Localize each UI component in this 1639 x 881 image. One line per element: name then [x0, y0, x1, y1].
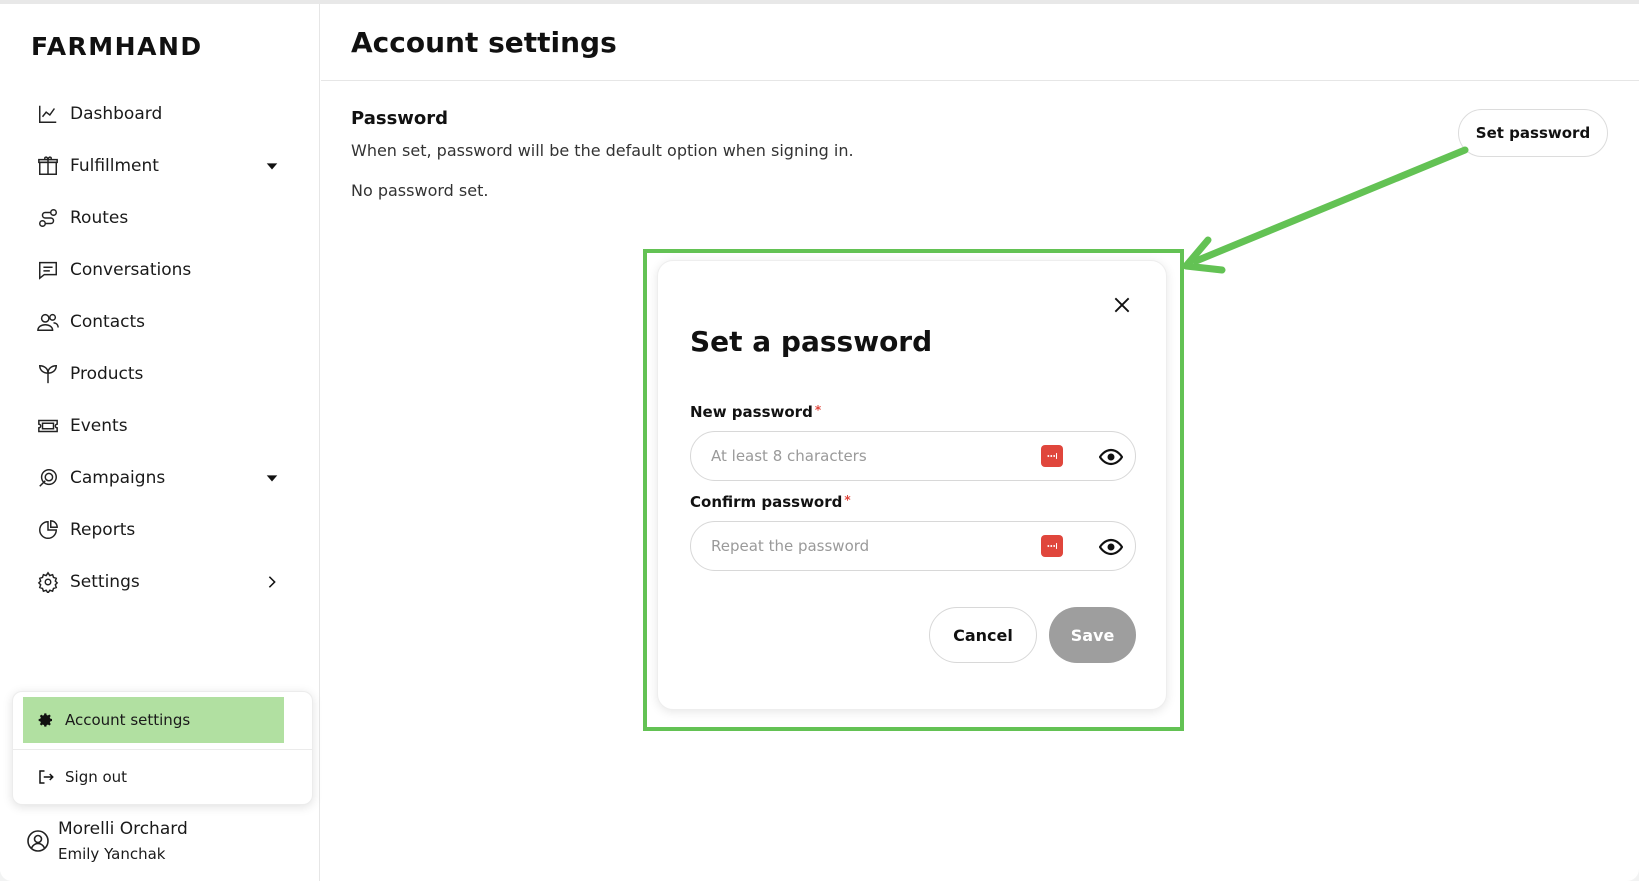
user-name: Emily Yanchak	[58, 845, 166, 863]
sidebar-item-label: Contacts	[70, 312, 145, 332]
sidebar-item-label: Routes	[70, 208, 129, 228]
user-org-name: Morelli Orchard	[58, 819, 188, 839]
message-icon	[36, 258, 60, 282]
gear-icon	[37, 711, 55, 729]
sidebar-item-events[interactable]: Events	[0, 400, 320, 452]
app-logo[interactable]: FARMHAND	[31, 32, 203, 61]
chart-line-icon	[36, 102, 60, 126]
caret-down-icon[interactable]	[264, 470, 280, 486]
sidebar-item-label: Dashboard	[70, 104, 163, 124]
set-password-button[interactable]: Set password	[1458, 109, 1608, 157]
sidebar-item-fulfillment[interactable]: Fulfillment	[0, 140, 320, 192]
ticket-icon	[36, 414, 60, 438]
sidebar-item-campaigns[interactable]: Campaigns	[0, 452, 320, 504]
password-status: No password set.	[351, 181, 489, 200]
page-title: Account settings	[351, 26, 617, 59]
sidebar: FARMHAND Dashboard Fulfillment Routes Co…	[0, 4, 320, 881]
sidebar-item-conversations[interactable]: Conversations	[0, 244, 320, 296]
sidebar-item-routes[interactable]: Routes	[0, 192, 320, 244]
page-header: Account settings	[321, 4, 1639, 81]
sidebar-item-label: Events	[70, 416, 128, 436]
user-info: Morelli Orchard Emily Yanchak	[58, 819, 188, 863]
user-circle-icon	[26, 829, 50, 853]
sidebar-item-label: Campaigns	[70, 468, 166, 488]
sidebar-nav: Dashboard Fulfillment Routes Conversatio…	[0, 88, 320, 608]
menu-divider	[13, 749, 312, 750]
menu-item-account-settings[interactable]: Account settings	[23, 697, 284, 743]
sidebar-item-dashboard[interactable]: Dashboard	[0, 88, 320, 140]
password-section-description: When set, password will be the default o…	[351, 141, 854, 160]
sidebar-item-settings[interactable]: Settings	[0, 556, 320, 608]
user-menu-popover: Account settings Sign out	[12, 691, 313, 805]
sidebar-item-products[interactable]: Products	[0, 348, 320, 400]
sidebar-item-label: Settings	[70, 572, 140, 592]
sidebar-item-contacts[interactable]: Contacts	[0, 296, 320, 348]
sidebar-item-label: Reports	[70, 520, 136, 540]
app-window: FARMHAND Dashboard Fulfillment Routes Co…	[0, 0, 1639, 881]
annotation-highlight-box	[643, 249, 1184, 731]
menu-item-sign-out[interactable]: Sign out	[23, 754, 284, 800]
sign-out-icon	[37, 768, 55, 786]
route-icon	[36, 206, 60, 230]
menu-item-label: Account settings	[65, 711, 191, 729]
sidebar-item-label: Fulfillment	[70, 156, 159, 176]
pie-chart-icon	[36, 518, 60, 542]
password-section-title: Password	[351, 108, 449, 129]
megaphone-icon	[36, 466, 60, 490]
gear-icon	[36, 570, 60, 594]
users-icon	[36, 310, 60, 334]
menu-item-label: Sign out	[65, 768, 128, 786]
sidebar-item-label: Products	[70, 364, 144, 384]
sidebar-item-label: Conversations	[70, 260, 192, 280]
box-icon	[36, 154, 60, 178]
sidebar-item-reports[interactable]: Reports	[0, 504, 320, 556]
user-account-button[interactable]: Morelli Orchard Emily Yanchak	[26, 819, 188, 863]
sprout-icon	[36, 362, 60, 386]
chevron-right-icon[interactable]	[264, 574, 280, 590]
caret-down-icon[interactable]	[264, 158, 280, 174]
